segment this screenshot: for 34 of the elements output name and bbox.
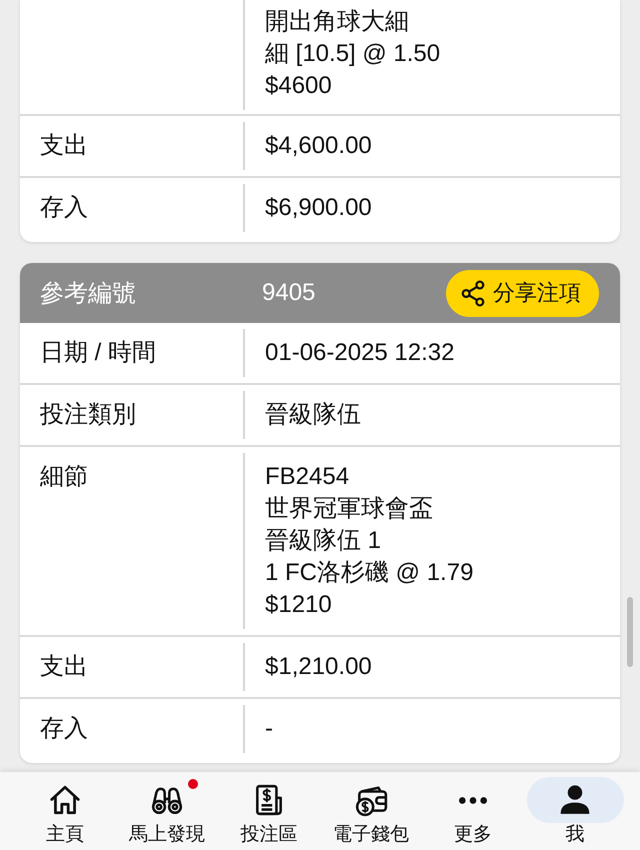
reference-number: 9405 [261,279,316,307]
share-button[interactable]: 分享注項 [446,270,599,316]
detail-line: 晉級隊伍 1 [265,526,382,556]
detail-line: 開出角球大細 [265,7,409,37]
field-value: 01-06-2025 12:32 [265,338,454,368]
nav-item[interactable]: 馬上發現 [116,772,218,850]
field-label: 投注類別 [40,401,136,428]
detail-line: FB2454 [265,462,350,492]
detail-line: $1210 [265,590,332,620]
nav-item[interactable]: 投注區 [218,772,320,850]
field-label: 支出 [40,653,88,680]
field-label: 細節 [40,463,88,490]
detail-line: 1 FC洛杉磯 @ 1.79 [265,558,474,588]
nav-item[interactable]: 更多 [422,772,524,850]
reference-label: 參考編號 [39,279,137,309]
field-label: 存入 [40,715,88,742]
scrollbar-thumb [627,597,633,667]
field-value: - [265,714,273,744]
nav-item[interactable]: 電子錢包 [320,772,422,850]
detail-line: 細 [10.5] @ 1.50 [265,39,440,69]
share-icon [461,280,485,306]
person-icon [558,783,592,817]
field-label: 支出 [40,132,88,159]
field-value: $6,900.00 [265,193,372,223]
detail-line: 世界冠軍球會盃 [265,494,433,524]
field-value: $4,600.00 [265,131,372,161]
field-value: $1,210.00 [265,652,372,682]
field-label: 日期 / 時間 [40,339,156,366]
more-icon [459,796,487,804]
home-icon [48,783,82,817]
nav-item[interactable]: 主頁 [14,772,116,850]
field-value: 晉級隊伍 [265,400,361,430]
detail-line: $4600 [265,71,332,101]
field-label: 存入 [40,194,88,221]
